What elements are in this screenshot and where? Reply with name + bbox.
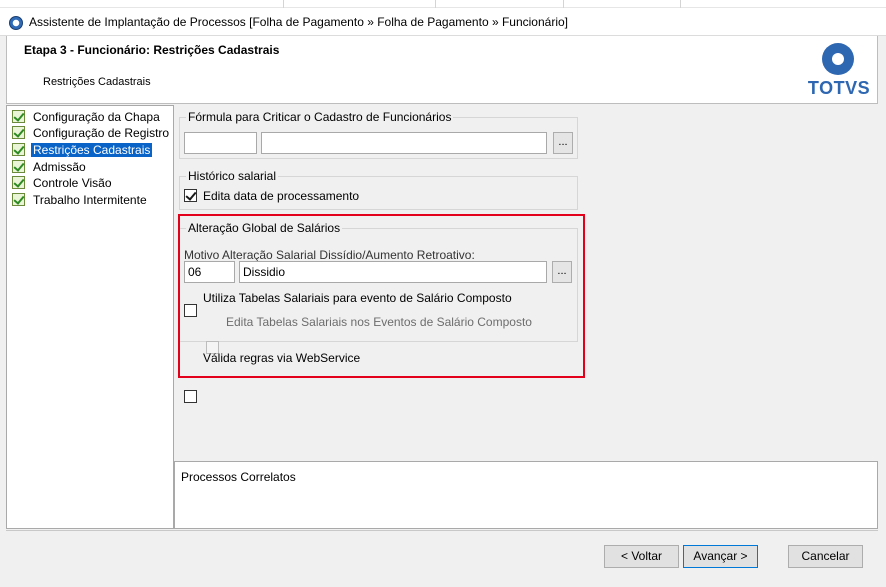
totvs-logo-center bbox=[832, 53, 844, 65]
tree-item-label: Admissão bbox=[33, 160, 86, 174]
totvs-logo-text: TOTVS bbox=[807, 78, 871, 98]
completed-check-icon bbox=[12, 176, 25, 189]
cancel-button[interactable]: Cancelar bbox=[788, 545, 863, 568]
strip-separator bbox=[563, 0, 564, 8]
tree-item-label: Trabalho Intermitente bbox=[33, 193, 147, 207]
highlight-annotation bbox=[178, 214, 585, 378]
completed-check-icon bbox=[12, 126, 25, 139]
tree-item-admissao[interactable]: Admissão bbox=[12, 160, 88, 176]
next-button[interactable]: Avançar > bbox=[683, 545, 758, 568]
tree-item-controle-visao[interactable]: Controle Visão bbox=[12, 176, 114, 192]
footer-separator bbox=[6, 530, 878, 531]
strip-separator bbox=[680, 0, 681, 8]
completed-check-icon bbox=[12, 160, 25, 173]
step-title: Etapa 3 - Funcionário: Restrições Cadast… bbox=[24, 43, 280, 57]
app-icon bbox=[9, 16, 23, 30]
tree-item-restricoes-cadastrais[interactable]: Restrições Cadastrais bbox=[12, 143, 153, 159]
processos-correlatos-label: Processos Correlatos bbox=[181, 470, 296, 484]
completed-check-icon bbox=[12, 193, 25, 206]
window-title: Assistente de Implantação de Processos [… bbox=[29, 15, 568, 29]
historico-group-title: Histórico salarial bbox=[186, 169, 279, 183]
tree-item-label: Controle Visão bbox=[33, 176, 112, 190]
strip-separator bbox=[435, 0, 436, 8]
tree-item-label: Restrições Cadastrais bbox=[31, 143, 153, 157]
formula-lookup-button[interactable]: ... bbox=[553, 132, 573, 154]
valida-regras-checkbox[interactable] bbox=[184, 390, 197, 403]
completed-check-icon bbox=[12, 143, 25, 156]
formula-code-input[interactable] bbox=[184, 132, 257, 154]
tree-item-configuracao-registro[interactable]: Configuração de Registro bbox=[12, 126, 171, 142]
edita-data-label: Edita data de processamento bbox=[203, 189, 360, 203]
strip-separator bbox=[283, 0, 284, 8]
tree-item-label: Configuração da Chapa bbox=[33, 110, 160, 124]
back-button[interactable]: < Voltar bbox=[604, 545, 679, 568]
completed-check-icon bbox=[12, 110, 25, 123]
tree-item-configuracao-chapa[interactable]: Configuração da Chapa bbox=[12, 110, 162, 126]
tree-item-label: Configuração de Registro bbox=[33, 126, 170, 140]
taskbar-strip bbox=[0, 0, 886, 8]
window-right-edge bbox=[878, 36, 886, 587]
formula-description-input[interactable] bbox=[261, 132, 547, 154]
step-subtitle: Restrições Cadastrais bbox=[43, 76, 151, 88]
formula-group-title: Fórmula para Criticar o Cadastro de Func… bbox=[186, 110, 454, 124]
edita-data-checkbox[interactable] bbox=[184, 189, 197, 202]
tree-item-trabalho-intermitente[interactable]: Trabalho Intermitente bbox=[12, 193, 149, 209]
